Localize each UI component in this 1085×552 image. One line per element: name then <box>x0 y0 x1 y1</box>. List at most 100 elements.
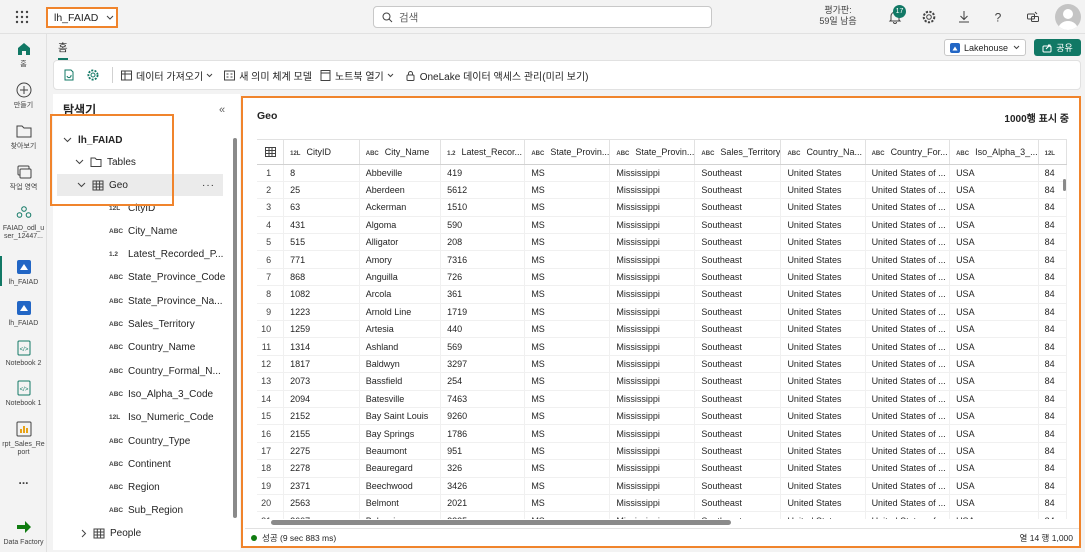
table-cell[interactable]: United States of ... <box>865 285 951 304</box>
table-cell[interactable]: USA <box>949 407 1039 426</box>
explorer-scrollbar[interactable] <box>233 138 237 518</box>
table-cell[interactable]: United States <box>780 268 866 287</box>
table-cell[interactable]: Southeast <box>694 390 782 408</box>
table-cell[interactable]: USA <box>949 355 1039 374</box>
table-row[interactable]: 15 2152 Bay Saint Louis 9260 MS Mississippi So… <box>257 407 1067 426</box>
table-cell[interactable]: 326 <box>440 459 526 478</box>
table-row[interactable]: 5 515 Alligator 208 MS Mississippi Southeast Un… <box>257 233 1067 252</box>
table-cell[interactable]: 25 <box>283 181 360 200</box>
table-cell[interactable]: Southeast <box>694 407 782 426</box>
table-cell[interactable]: 2235 <box>440 511 526 519</box>
table-cell[interactable]: Southeast <box>694 494 782 513</box>
table-cell[interactable]: 2155 <box>283 424 360 443</box>
table-cell[interactable]: 7463 <box>440 390 526 408</box>
table-cell[interactable]: Beauregard <box>359 459 442 478</box>
table-cell[interactable]: MS <box>524 442 611 461</box>
nav-item-report[interactable]: rpt_Sales_Re port <box>0 420 47 457</box>
table-cell[interactable]: Arnold Line <box>359 303 442 322</box>
tab-home[interactable]: 홈 <box>58 40 68 60</box>
table-cell[interactable]: MS <box>524 181 611 200</box>
table-cell[interactable]: Amory <box>359 250 442 269</box>
table-cell[interactable]: United States of ... <box>865 250 951 269</box>
table-cell[interactable]: 63 <box>283 198 360 217</box>
table-cell[interactable]: USA <box>949 250 1039 269</box>
download-icon[interactable] <box>956 9 972 25</box>
table-cell[interactable]: Bay Saint Louis <box>359 407 442 426</box>
table-cell[interactable]: 569 <box>440 337 526 356</box>
table-cell[interactable]: Mississippi <box>609 181 696 200</box>
table-cell[interactable]: Mississippi <box>609 442 696 461</box>
table-cell[interactable]: MS <box>524 424 611 443</box>
tree-column-item[interactable]: ABC Country_Type <box>53 430 231 452</box>
table-cell[interactable]: Mississippi <box>609 216 696 235</box>
table-cell[interactable]: Southeast <box>694 355 782 374</box>
table-cell[interactable]: United States <box>780 216 866 235</box>
table-cell[interactable]: Southeast <box>694 303 782 322</box>
table-cell[interactable]: United States <box>780 424 866 443</box>
table-cell[interactable]: Mississippi <box>609 477 696 495</box>
table-cell[interactable]: United States of ... <box>865 372 951 391</box>
table-cell[interactable]: MS <box>524 164 611 182</box>
tree-column-item[interactable]: ABC City_Name <box>53 220 231 242</box>
more-icon[interactable]: ... <box>0 474 47 486</box>
table-cell[interactable]: United States of ... <box>865 511 951 519</box>
onelake-access-button[interactable]: OneLake 데이터 액세스 관리(미리 보기) <box>404 68 588 83</box>
table-cell[interactable]: United States <box>780 198 866 217</box>
app-launcher-icon[interactable] <box>14 9 30 25</box>
column-header[interactable]: ABC Country_Na... <box>780 140 866 165</box>
table-cell[interactable]: Bay Springs <box>359 424 442 443</box>
table-cell[interactable]: USA <box>949 285 1039 304</box>
table-cell[interactable]: Mississippi <box>609 250 696 269</box>
table-cell[interactable]: 2073 <box>283 372 360 391</box>
table-cell[interactable]: Arcola <box>359 285 442 304</box>
nav-item-lakehouse[interactable]: lh_FAIAD <box>0 299 47 328</box>
table-cell[interactable]: 2275 <box>283 442 360 461</box>
table-cell[interactable]: Southeast <box>694 337 782 356</box>
table-cell[interactable]: Mississippi <box>609 303 696 322</box>
table-row[interactable]: 12 1817 Baldwyn 3297 MS Mississippi Southeast U… <box>257 355 1067 374</box>
table-row[interactable]: 4 431 Algoma 590 MS Mississippi Southeast Unite… <box>257 216 1067 235</box>
table-cell[interactable]: 84 <box>1038 511 1067 519</box>
share-button[interactable]: 공유 <box>1034 39 1081 56</box>
table-cell[interactable]: Mississippi <box>609 459 696 478</box>
table-cell[interactable]: 1314 <box>283 337 360 356</box>
table-cell[interactable]: 2021 <box>440 494 526 513</box>
table-cell[interactable]: USA <box>949 459 1039 478</box>
tree-column-item[interactable]: ABC Region <box>53 477 231 499</box>
grid-vertical-scrollbar[interactable] <box>1063 165 1066 491</box>
table-cell[interactable]: United States of ... <box>865 164 951 182</box>
tree-lakehouse-node[interactable]: lh_FAIAD <box>53 129 231 151</box>
table-cell[interactable]: United States <box>780 372 866 391</box>
tree-table-people[interactable]: People <box>53 522 231 544</box>
table-cell[interactable]: Mississippi <box>609 494 696 513</box>
table-cell[interactable]: United States of ... <box>865 494 951 513</box>
table-row[interactable]: 2 25 Aberdeen 5612 MS Mississippi Southeast Uni… <box>257 181 1067 200</box>
column-header[interactable]: ABC Iso_Alpha_3_... <box>949 140 1039 165</box>
table-cell[interactable]: United States of ... <box>865 355 951 374</box>
table-cell[interactable]: United States <box>780 477 866 495</box>
table-cell[interactable]: Southeast <box>694 477 782 495</box>
table-cell[interactable]: United States of ... <box>865 407 951 426</box>
tree-column-item[interactable]: 1.2 Latest_Recorded_P... <box>53 244 231 266</box>
table-cell[interactable]: United States <box>780 407 866 426</box>
table-cell[interactable]: MS <box>524 337 611 356</box>
table-cell[interactable]: MS <box>524 372 611 391</box>
table-cell[interactable]: Ackerman <box>359 198 442 217</box>
table-cell[interactable]: Algoma <box>359 216 442 235</box>
table-cell[interactable]: United States <box>780 511 866 519</box>
column-header[interactable]: ABC State_Provin... <box>524 140 611 165</box>
table-cell[interactable]: 2094 <box>283 390 360 408</box>
table-cell[interactable]: Mississippi <box>609 424 696 443</box>
tree-tables-folder[interactable]: Tables <box>53 151 231 173</box>
column-header[interactable]: 12L CityID <box>283 140 360 165</box>
table-cell[interactable]: MS <box>524 477 611 495</box>
table-cell[interactable]: 2152 <box>283 407 360 426</box>
table-cell[interactable]: United States of ... <box>865 424 951 443</box>
table-cell[interactable]: 515 <box>283 233 360 252</box>
table-cell[interactable]: MS <box>524 407 611 426</box>
table-cell[interactable]: 440 <box>440 320 526 339</box>
table-cell[interactable]: Southeast <box>694 164 782 182</box>
tree-column-item[interactable]: 12L CityID <box>53 197 231 219</box>
table-cell[interactable]: Anguilla <box>359 268 442 287</box>
table-row[interactable]: 20 2563 Belmont 2021 MS Mississippi Southeast U… <box>257 494 1067 513</box>
